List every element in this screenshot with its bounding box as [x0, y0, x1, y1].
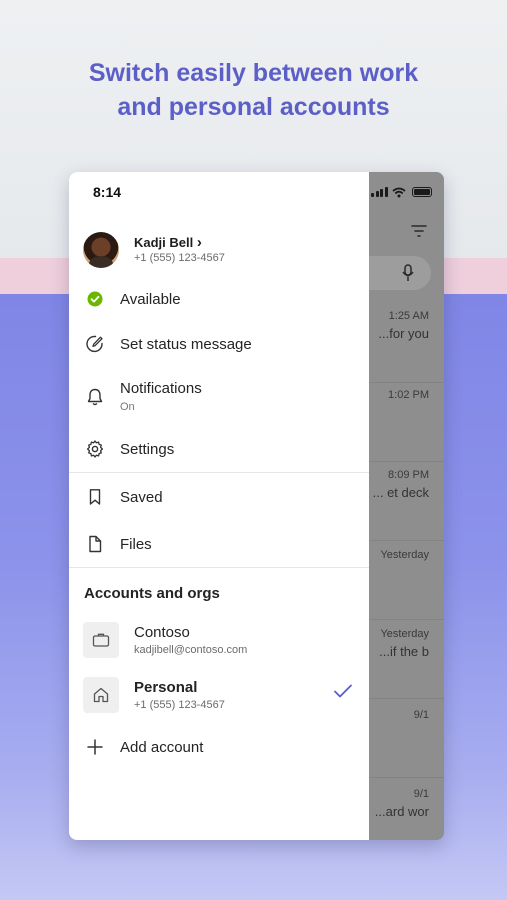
phone-screen: 1:25 AM for you... 1:02 PM 8:09 PM et de…	[69, 172, 444, 840]
add-account-button[interactable]: Add account	[69, 727, 369, 767]
divider	[69, 472, 369, 473]
chat-time: 8:09 PM	[388, 469, 429, 481]
accounts-section-title: Accounts and orgs	[84, 585, 220, 602]
chat-row[interactable]: 9/1	[369, 699, 444, 778]
chat-time: 1:25 AM	[388, 310, 429, 322]
profile-header[interactable]: Kadji Bell › +1 (555) 123-4567	[83, 230, 353, 270]
menu-item-settings[interactable]: Settings	[69, 429, 369, 469]
battery-icon	[411, 187, 432, 197]
profile-name-row: Kadji Bell ›	[134, 234, 202, 251]
profile-name: Kadji Bell	[134, 235, 194, 250]
chat-time: 9/1	[413, 709, 429, 721]
chat-row[interactable]: 1:25 AM for you...	[369, 304, 444, 383]
account-contoso[interactable]: Contoso kadjibell@contoso.com	[83, 622, 369, 662]
account-detail: kadjibell@contoso.com	[134, 644, 248, 656]
status-icons	[369, 182, 444, 202]
chat-row[interactable]: 9/1 ard wor...	[369, 778, 444, 840]
menu-item-saved[interactable]: Saved	[69, 477, 369, 517]
headline-line-2: and personal accounts	[117, 93, 390, 121]
chat-snippet: ard wor...	[374, 804, 429, 819]
status-time: 8:14	[93, 184, 122, 200]
menu-label: Saved	[120, 489, 163, 506]
headline-line-1: Switch easily between work	[88, 59, 419, 87]
menu-label: Available	[120, 291, 181, 308]
chat-row[interactable]: Yesterday	[369, 541, 444, 620]
chat-snippet: if the b...	[379, 644, 429, 659]
home-icon	[83, 677, 119, 713]
menu-label: Notifications	[120, 380, 202, 397]
chat-time: Yesterday	[380, 628, 429, 640]
microphone-icon[interactable]	[402, 264, 414, 282]
chat-time: 9/1	[413, 788, 429, 800]
cellular-signal-icon	[371, 187, 388, 197]
chevron-right-icon: ›	[196, 234, 202, 251]
search-bar[interactable]	[369, 256, 431, 290]
plus-icon	[87, 739, 103, 755]
chat-row[interactable]: 1:02 PM	[369, 383, 444, 462]
account-personal[interactable]: Personal +1 (555) 123-4567	[83, 677, 369, 717]
promo-headline: Switch easily between work and personal …	[0, 56, 507, 124]
account-name: Personal	[134, 679, 198, 696]
bookmark-icon	[89, 489, 101, 505]
briefcase-icon	[83, 622, 119, 658]
edit-status-icon	[86, 335, 103, 353]
bell-icon	[87, 388, 103, 406]
chat-row[interactable]: 8:09 PM et deck ...	[369, 462, 444, 541]
account-detail: +1 (555) 123-4567	[134, 699, 225, 711]
menu-label: Files	[120, 536, 152, 553]
account-drawer: 8:14 Kadji Bell › +1 (555) 123-4567 Avai…	[69, 172, 369, 840]
account-name: Contoso	[134, 624, 190, 641]
chat-snippet: et deck ...	[372, 485, 429, 500]
file-icon	[89, 535, 102, 553]
profile-phone: +1 (555) 123-4567	[134, 252, 225, 264]
gear-icon	[86, 440, 104, 458]
filter-icon[interactable]	[410, 224, 428, 238]
menu-item-notifications[interactable]: Notifications On	[69, 375, 369, 419]
menu-item-available[interactable]: Available	[69, 279, 369, 319]
chat-time: Yesterday	[380, 549, 429, 561]
menu-sublabel: On	[120, 401, 135, 413]
menu-label: Set status message	[120, 336, 252, 353]
available-status-icon	[87, 291, 103, 307]
checkmark-icon	[334, 684, 352, 698]
chat-snippet: for you...	[378, 326, 429, 341]
menu-item-files[interactable]: Files	[69, 524, 369, 564]
avatar	[83, 232, 119, 268]
menu-label: Add account	[120, 739, 204, 756]
wifi-icon	[391, 187, 406, 197]
menu-label: Settings	[120, 441, 175, 458]
divider	[69, 567, 369, 568]
chat-row[interactable]: Yesterday if the b...	[369, 620, 444, 699]
chat-time: 1:02 PM	[388, 389, 429, 401]
menu-item-set-status[interactable]: Set status message	[69, 324, 369, 364]
